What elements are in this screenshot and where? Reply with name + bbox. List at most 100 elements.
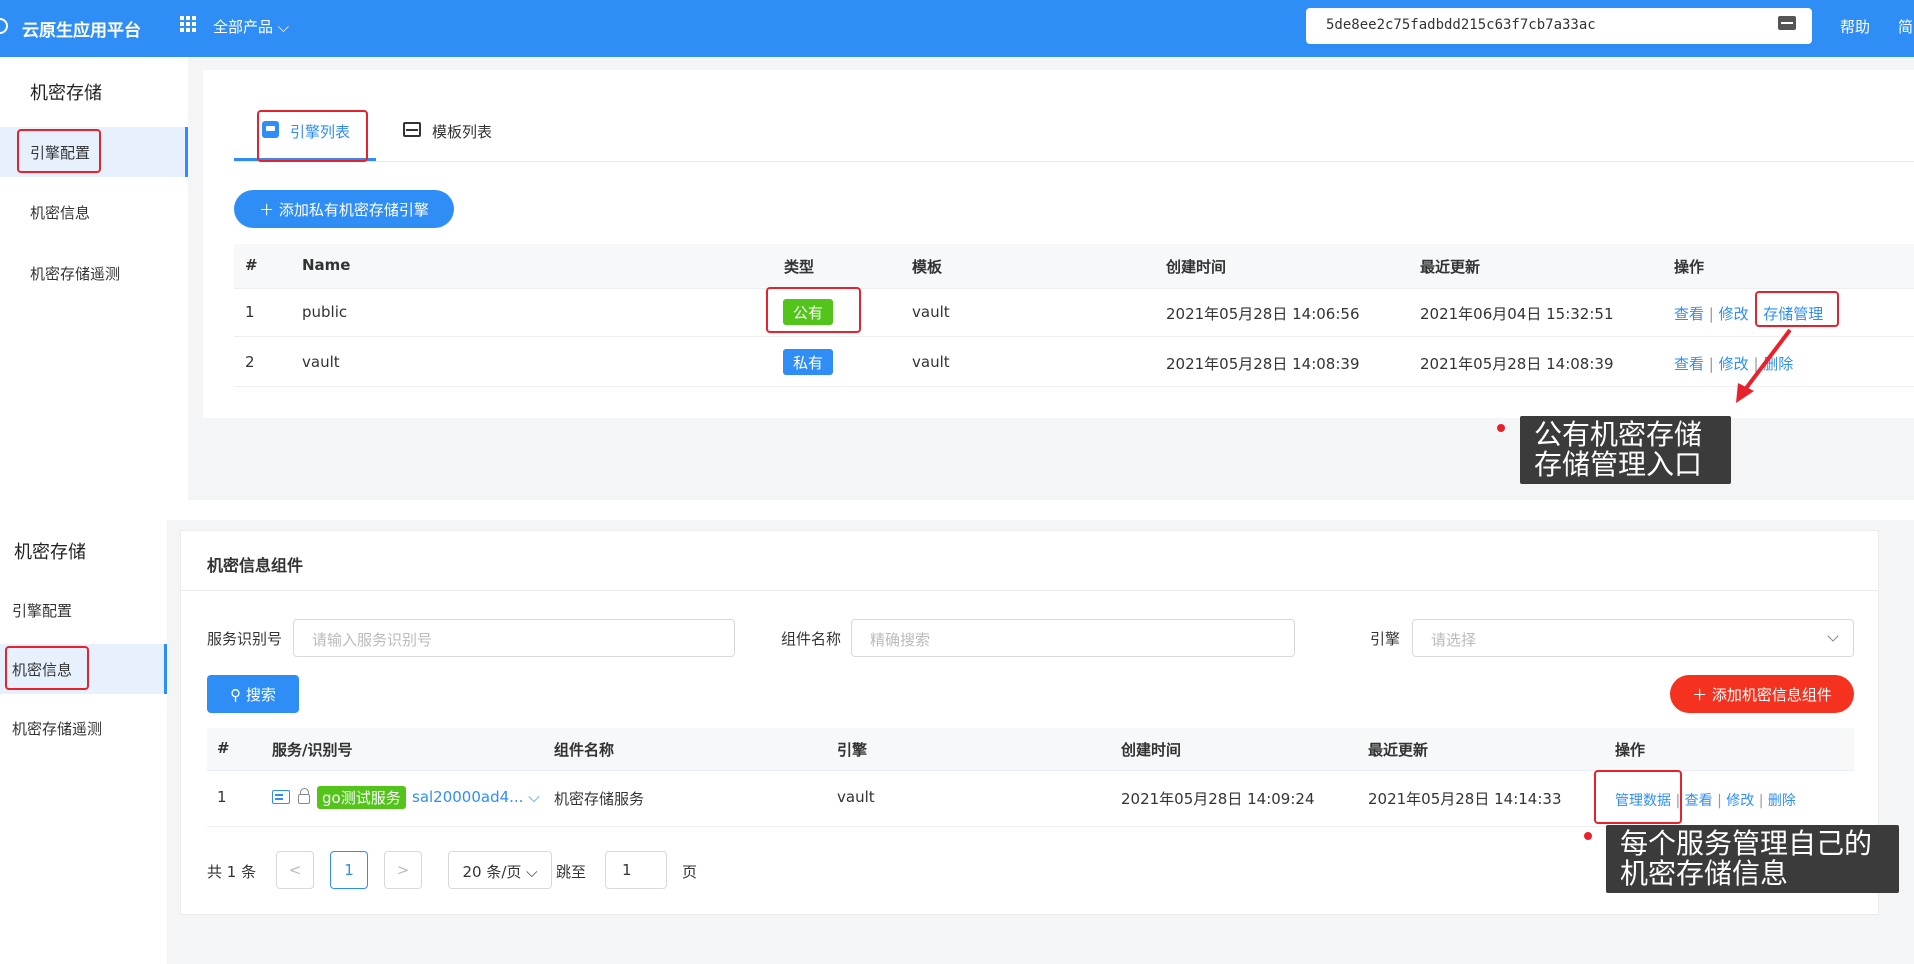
callout-storage-entry: 公有机密存储 存储管理入口: [1520, 416, 1731, 484]
col-header-name: Name: [302, 256, 351, 274]
token-field[interactable]: 5de8ee2c75fadbdd215c63f7cb7a33ac: [1306, 8, 1812, 44]
component-table-header: [207, 728, 1854, 770]
service-id-input[interactable]: 请输入服务识别号: [293, 619, 735, 657]
service-card-icon: [272, 790, 290, 804]
engine-name: vault: [837, 788, 875, 806]
component-name: 机密存储服务: [554, 790, 645, 808]
engine-select[interactable]: 请选择: [1412, 619, 1854, 657]
component-name-label: 组件名称: [781, 630, 842, 648]
col-header-updated: 最近更新: [1420, 258, 1481, 276]
engine-template: vault: [912, 303, 950, 321]
col-header-index: #: [217, 739, 230, 757]
engine-name: vault: [302, 353, 340, 371]
sidebar-item-secret-info[interactable]: 机密信息: [30, 202, 90, 223]
col-header-index: #: [245, 256, 258, 274]
col-header-service: 服务/识别号: [272, 741, 353, 759]
app-brand[interactable]: 云原生应用平台: [22, 16, 141, 41]
row-divider: [234, 336, 1914, 337]
col-header-actions: 操作: [1615, 741, 1646, 759]
engine-table-header: [234, 244, 1914, 288]
engine-template: vault: [912, 353, 950, 371]
engine-name: public: [302, 303, 348, 321]
row-index: 1: [245, 303, 255, 321]
service-tag: go测试服务: [317, 786, 406, 809]
updated-time: 2021年06月04日 15:32:51: [1420, 305, 1614, 323]
sidebar-item-telemetry[interactable]: 机密存储遥测: [30, 263, 120, 284]
callout-manage-own: 每个服务管理自己的 机密存储信息: [1606, 825, 1899, 893]
col-header-updated: 最近更新: [1368, 741, 1429, 759]
service-id-dropdown[interactable]: sal20000ad4... ⌵: [412, 788, 540, 806]
jump-page-input[interactable]: 1: [605, 851, 667, 889]
jump-label: 跳至: [556, 863, 587, 881]
sidebar-item-engine-config[interactable]: 引擎配置: [12, 600, 72, 621]
callout-line: 每个服务管理自己的: [1620, 827, 1873, 860]
callout-arrow-icon: [1736, 328, 1792, 403]
highlight-box: [1755, 291, 1839, 327]
highlight-box: [257, 110, 368, 162]
sidebar-title: 机密存储: [14, 542, 86, 563]
apps-grid-icon[interactable]: [180, 16, 196, 32]
logo-icon: [0, 18, 8, 34]
callout-marker: [1497, 424, 1505, 432]
created-time: 2021年05月28日 14:09:24: [1121, 790, 1315, 808]
template-list-icon: [403, 122, 421, 137]
col-header-actions: 操作: [1674, 258, 1705, 276]
col-header-engine: 引擎: [837, 741, 868, 759]
tab-divider: [234, 161, 1914, 162]
sidebar-item-telemetry[interactable]: 机密存储遥测: [12, 718, 102, 739]
prev-page-button[interactable]: <: [276, 851, 314, 889]
component-name-input[interactable]: 精确搜索: [851, 619, 1295, 657]
col-header-created: 创建时间: [1166, 258, 1227, 276]
col-header-type: 类型: [784, 258, 815, 276]
highlight-box: [17, 129, 101, 173]
type-badge-private: 私有: [783, 349, 833, 375]
highlight-box: [1594, 770, 1682, 824]
sidebar-active-indicator: [164, 644, 167, 694]
created-time: 2021年05月28日 14:06:56: [1166, 305, 1360, 323]
updated-time: 2021年05月28日 14:08:39: [1420, 355, 1614, 373]
callout-line: 机密存储信息: [1620, 857, 1789, 890]
sidebar-title: 机密存储: [30, 83, 102, 104]
card-header-divider: [181, 590, 1878, 591]
tab-template-list[interactable]: 模板列表: [432, 121, 492, 142]
created-time: 2021年05月28日 14:08:39: [1166, 355, 1360, 373]
engine-label: 引擎: [1370, 630, 1401, 648]
highlight-box: [5, 646, 89, 690]
row-index: 2: [245, 353, 255, 371]
highlight-box: [766, 287, 861, 333]
page-1-button[interactable]: 1: [330, 851, 368, 889]
add-private-engine-button[interactable]: ＋ 添加私有机密存储引擎: [234, 190, 454, 228]
view-link[interactable]: 查看: [1674, 355, 1704, 373]
top-navbar: 云原生应用平台 全部产品 ⌵ 5de8ee2c75fadbdd215c63f7c…: [0, 0, 1914, 57]
callout-line: 公有机密存储: [1534, 418, 1703, 451]
lock-icon: [298, 788, 310, 804]
language-switch[interactable]: 简: [1898, 16, 1913, 37]
view-link[interactable]: 查看: [1685, 793, 1713, 809]
next-page-button[interactable]: >: [384, 851, 422, 889]
col-header-component: 组件名称: [554, 741, 615, 759]
col-header-created: 创建时间: [1121, 741, 1182, 759]
sidebar: 机密存储 引擎配置 机密信息 机密存储遥测: [0, 57, 188, 500]
total-count: 共 1 条: [207, 863, 257, 881]
row-divider: [234, 386, 1914, 387]
callout-line: 存储管理入口: [1534, 448, 1703, 481]
help-link[interactable]: 帮助: [1840, 16, 1870, 37]
page-unit-label: 页: [682, 863, 698, 881]
page-size-select[interactable]: 20 条/页 ⌵: [448, 851, 552, 889]
delete-link[interactable]: 删除: [1768, 793, 1796, 809]
row-index: 1: [217, 788, 227, 806]
all-products-menu[interactable]: 全部产品 ⌵: [213, 16, 289, 37]
row-divider: [234, 288, 1914, 289]
col-header-template: 模板: [912, 258, 943, 276]
view-link[interactable]: 查看: [1674, 305, 1704, 323]
token-value: 5de8ee2c75fadbdd215c63f7cb7a33ac: [1326, 17, 1596, 33]
edit-link[interactable]: 修改: [1719, 305, 1749, 323]
callout-marker: [1584, 832, 1592, 840]
edit-link[interactable]: 修改: [1726, 793, 1754, 809]
service-id-label: 服务识别号: [207, 630, 283, 648]
search-button[interactable]: ⚲ 搜索: [207, 675, 299, 713]
updated-time: 2021年05月28日 14:14:33: [1368, 790, 1562, 808]
keyboard-icon[interactable]: [1778, 16, 1796, 30]
card-title: 机密信息组件: [207, 556, 304, 575]
add-secret-component-button[interactable]: ＋ 添加机密信息组件: [1670, 675, 1854, 713]
